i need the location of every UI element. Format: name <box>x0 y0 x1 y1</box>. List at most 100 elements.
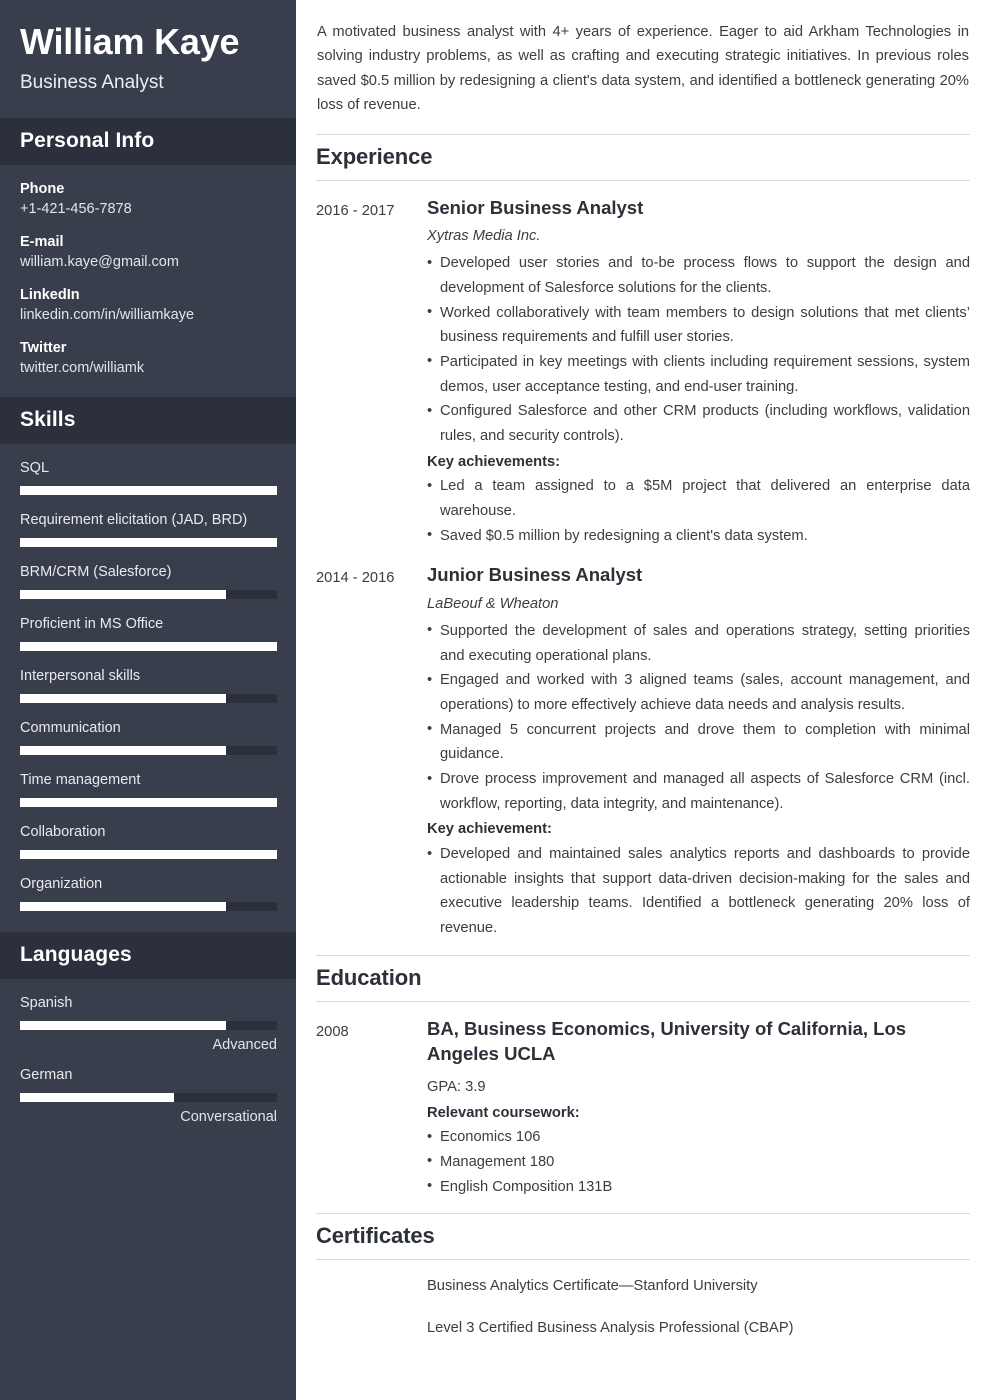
progress-bar-fill <box>20 902 226 912</box>
responsibility-list: Supported the development of sales and o… <box>427 618 970 817</box>
languages-heading-band: Languages <box>0 932 296 980</box>
skill-item: Proficient in MS Office <box>20 616 277 652</box>
contact-item-email: E-mail william.kaye@gmail.com <box>20 234 276 270</box>
job-title: Senior Business Analyst <box>427 196 644 218</box>
list-item: English Composition 131B <box>427 1174 970 1200</box>
progress-bar-fill <box>20 1093 175 1103</box>
skill-name: Time management <box>20 772 141 789</box>
skill-progress-bar <box>20 486 277 496</box>
candidate-job-title: Business Analyst <box>20 72 164 94</box>
contact-item-twitter: Twitter twitter.com/williamk <box>20 340 276 376</box>
skill-item: Organization <box>20 876 277 912</box>
language-name: German <box>20 1067 73 1084</box>
entry-body: BA, Business Economics, University of Ca… <box>427 1016 970 1199</box>
list-item: Saved $0.5 million by redesigning a clie… <box>427 523 970 549</box>
progress-bar-fill <box>20 850 277 860</box>
skill-name: Organization <box>20 876 103 893</box>
achievement-list: Developed and maintained sales analytics… <box>427 842 970 941</box>
skill-item: Communication <box>20 720 277 756</box>
skill-name: BRM/CRM (Salesforce) <box>20 564 172 581</box>
coursework-label: Relevant coursework: <box>427 1104 580 1121</box>
skill-item: Time management <box>20 772 277 808</box>
personal-info-list: Phone +1-421-456-7878 E-mail william.kay… <box>0 165 296 397</box>
language-proficiency: Conversational <box>180 1109 277 1126</box>
experience-section-title: Experience <box>316 133 970 181</box>
sidebar: William Kaye Business Analyst Personal I… <box>0 0 296 1400</box>
experience-section: Experience 2016 - 2017 Senior Business An… <box>316 133 970 941</box>
entry-date: 2014 - 2016 <box>316 570 395 587</box>
entry-date: 2008 <box>316 1023 349 1040</box>
contact-value-email[interactable]: william.kaye@gmail.com <box>20 254 276 270</box>
skill-item: SQL <box>20 460 277 496</box>
achievements-label: Key achievements: <box>427 453 561 470</box>
contact-label: LinkedIn <box>20 287 80 304</box>
skill-name: Proficient in MS Office <box>20 616 164 633</box>
certificate-item: Business Analytics Certificate—Stanford … <box>427 1278 758 1295</box>
skill-progress-bar <box>20 642 277 652</box>
contact-label: Twitter <box>20 340 67 357</box>
job-title: Junior Business Analyst <box>427 564 643 586</box>
company-name: Xytras Media Inc. <box>427 228 541 245</box>
entry-date: 2016 - 2017 <box>316 202 395 219</box>
contact-label: Phone <box>20 181 65 198</box>
education-entry: 2008 BA, Business Economics, University o… <box>316 1016 970 1199</box>
skill-item: BRM/CRM (Salesforce) <box>20 564 277 600</box>
progress-bar-fill <box>20 590 226 600</box>
professional-summary: A motivated business analyst with 4+ yea… <box>317 24 969 114</box>
list-item: Developed and maintained sales analytics… <box>427 842 970 941</box>
skill-name: Communication <box>20 720 121 737</box>
entry-body: Senior Business Analyst Xytras Media Inc.… <box>427 195 970 549</box>
degree-title: BA, Business Economics, University of Ca… <box>427 1017 907 1065</box>
skills-list: SQL Requirement elicitation (JAD, BRD) BRM… <box>0 444 296 932</box>
contact-value-twitter[interactable]: twitter.com/williamk <box>20 360 276 376</box>
progress-bar-fill <box>20 486 277 496</box>
experience-entries: 2016 - 2017 Senior Business Analyst Xytras… <box>316 195 970 941</box>
list-item: Worked collaboratively with team members… <box>427 300 970 350</box>
sidebar-header: William Kaye Business Analyst <box>0 0 296 118</box>
progress-bar-fill <box>20 746 226 756</box>
company-name: LaBeouf & Wheaton <box>427 595 559 612</box>
language-proficiency: Advanced <box>212 1037 278 1054</box>
responsibility-list: Developed user stories and to-be process… <box>427 251 970 449</box>
personal-info-heading: Personal Info <box>20 129 155 153</box>
list-item: Configured Salesforce and other CRM prod… <box>427 399 970 448</box>
skill-name: Requirement elicitation (JAD, BRD) <box>20 512 248 529</box>
personal-info-heading-band: Personal Info <box>0 118 296 166</box>
skill-progress-bar <box>20 798 277 808</box>
list-item: Engaged and worked with 3 aligned teams … <box>427 668 970 717</box>
skill-progress-bar <box>20 850 277 860</box>
list-item: Supported the development of sales and o… <box>427 618 970 668</box>
skill-name: Collaboration <box>20 824 106 841</box>
skill-progress-bar <box>20 746 277 756</box>
certificates-section-title: Certificates <box>316 1213 970 1261</box>
list-item: Participated in key meetings with client… <box>427 349 970 399</box>
contact-value-linkedin[interactable]: linkedin.com/in/williamkaye <box>20 307 276 323</box>
skill-progress-bar <box>20 902 277 912</box>
achievements-label: Key achievement: <box>427 821 552 838</box>
contact-item-linkedin: LinkedIn linkedin.com/in/williamkaye <box>20 287 276 323</box>
resume-document: William Kaye Business Analyst Personal I… <box>0 0 990 1400</box>
language-progress-bar <box>20 1093 277 1103</box>
experience-entry: 2016 - 2017 Senior Business Analyst Xytras… <box>316 195 970 549</box>
languages-list: Spanish Advanced German Conversational <box>0 979 296 1143</box>
language-item: Spanish Advanced <box>20 995 278 1054</box>
skill-name: SQL <box>20 460 50 477</box>
contact-value-phone[interactable]: +1-421-456-7878 <box>20 201 276 217</box>
progress-bar-fill <box>20 1021 226 1031</box>
skill-item: Interpersonal skills <box>20 668 277 704</box>
coursework-list: Economics 106Management 180English Compo… <box>427 1125 970 1199</box>
candidate-name: William Kaye <box>20 21 240 62</box>
contact-label: E-mail <box>20 234 64 251</box>
language-progress-bar <box>20 1021 277 1031</box>
achievement-list: Led a team assigned to a $5M project tha… <box>427 474 970 548</box>
entry-body: Junior Business Analyst LaBeouf & Wheaton… <box>427 562 970 940</box>
certificates-list: Business Analytics Certificate—Stanford … <box>316 1274 970 1340</box>
list-item: Economics 106 <box>427 1125 970 1150</box>
contact-item-phone: Phone +1-421-456-7878 <box>20 181 276 217</box>
language-item: German Conversational <box>20 1067 277 1126</box>
skill-item: Collaboration <box>20 824 277 860</box>
progress-bar-fill <box>20 642 277 652</box>
language-name: Spanish <box>20 995 73 1012</box>
certificate-item: Level 3 Certified Business Analysis Prof… <box>427 1320 794 1336</box>
education-section: Education 2008 BA, Business Economics, Un… <box>316 954 970 1199</box>
